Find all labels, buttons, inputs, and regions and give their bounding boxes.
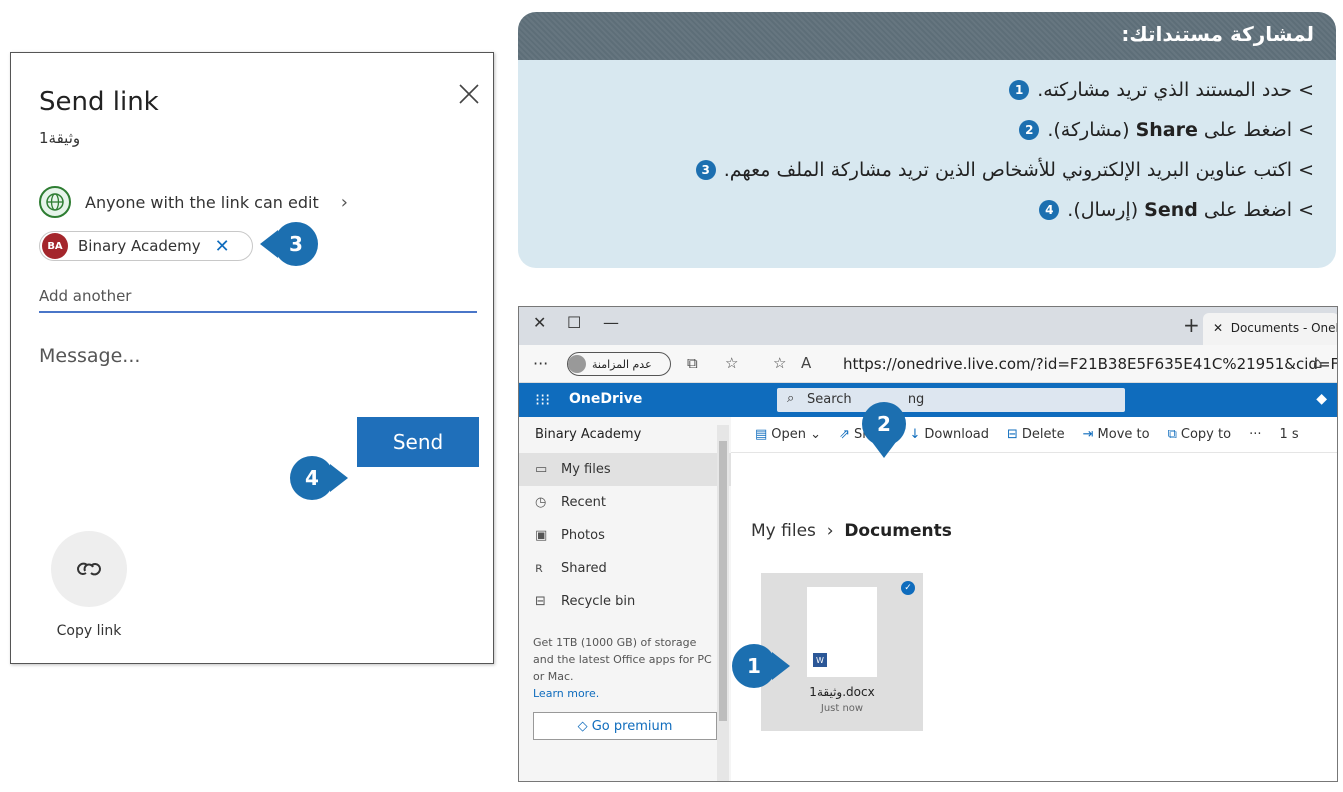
globe-icon — [39, 186, 71, 218]
add-recipient-input[interactable]: Add another — [39, 285, 477, 313]
sidebar-item-photos[interactable]: ▣ Photos — [519, 519, 731, 552]
move-to-button[interactable]: ⇥ Move to — [1083, 427, 1150, 442]
download-icon: ↓ — [909, 427, 921, 442]
step-number-badge: 4 — [1039, 200, 1060, 220]
address-bar-row: ··· عدم المزامنة ⧉ ☆ ☆ A https://onedriv… — [519, 345, 1337, 383]
read-aloud-icon[interactable]: A — [801, 354, 811, 372]
search-input[interactable]: ⌕ Search ng — [777, 388, 1125, 412]
close-window-icon[interactable]: ✕ — [533, 313, 546, 332]
step-1-marker: 1 — [732, 644, 776, 688]
message-field[interactable]: Message... — [39, 345, 140, 367]
app-launcher-icon[interactable]: ⁝⁝⁝ — [535, 390, 550, 409]
permission-label: Anyone with the link can edit — [85, 192, 319, 212]
close-icon[interactable] — [456, 81, 482, 107]
title-bar: ✕ ☐ — + ✕ Documents - OneDrive — [519, 307, 1337, 345]
sidebar-item-my-files[interactable]: ▭ My files — [519, 453, 731, 486]
download-button[interactable]: ↓ Download — [909, 427, 989, 442]
copy-link-label: Copy link — [56, 623, 122, 639]
diamond-icon: ◇ — [577, 718, 592, 734]
link-icon — [77, 562, 101, 576]
onedrive-header: ⁝⁝⁝ OneDrive ⌕ Search ng ◆ — [519, 383, 1337, 417]
storage-promo: Get 1TB (1000 GB) of storage and the lat… — [533, 636, 712, 700]
move-icon: ⇥ — [1082, 427, 1094, 442]
command-bar: ▤Open ⌄ ⇗Share ↓Download ⊟Delete ⇥Move t… — [731, 417, 1337, 453]
copy-to-button[interactable]: ⧉ Copy to — [1168, 427, 1231, 442]
breadcrumb-my-files[interactable]: My files — [751, 521, 816, 541]
collections-icon[interactable]: ⧉ — [687, 354, 698, 372]
file-modified-time: Just now — [820, 703, 864, 714]
sidebar: Binary Academy ▭ My files ◷ Recent ▣ Pho… — [519, 417, 731, 781]
sidebar-item-recycle-bin[interactable]: ⊟ Recycle bin — [519, 585, 731, 618]
breadcrumb-current: Documents — [844, 521, 952, 541]
instruction-step-2: > اضغط على Share (مشاركة). 2 — [518, 110, 1314, 150]
people-icon: ʀ — [535, 561, 543, 576]
photo-icon: ▣ — [535, 528, 548, 543]
more-commands-button[interactable]: ··· — [1249, 427, 1261, 442]
step-number-badge: 2 — [1019, 120, 1040, 140]
favorites-list-icon[interactable]: ☆ — [725, 354, 738, 372]
sidebar-item-recent[interactable]: ◷ Recent — [519, 486, 731, 519]
instruction-step-1: > حدد المستند الذي تريد مشاركته. 1 — [518, 70, 1314, 110]
trash-icon: ⊟ — [535, 594, 546, 609]
file-name: وثيقة1 — [39, 129, 81, 147]
delete-button[interactable]: ⊟ Delete — [1007, 427, 1065, 442]
trash-icon: ⊟ — [1007, 427, 1018, 442]
url-field[interactable]: https://onedrive.live.com/?id=F21B38E5F6… — [843, 355, 1337, 373]
link-permission-setting[interactable]: Anyone with the link can edit › — [39, 185, 348, 219]
close-tab-icon[interactable]: ✕ — [1213, 321, 1223, 335]
clock-icon: ◷ — [535, 495, 547, 510]
profile-avatar-icon — [568, 355, 586, 373]
selected-check-icon[interactable]: ✓ — [901, 581, 915, 595]
browser-window: ✕ ☐ — + ✕ Documents - OneDrive ··· عدم ا… — [518, 306, 1338, 782]
premium-diamond-icon[interactable]: ◆ — [1316, 391, 1327, 407]
sidebar-item-shared[interactable]: ʀ Shared — [519, 552, 731, 585]
step-number-badge: 3 — [695, 160, 716, 180]
word-icon: W — [813, 653, 827, 667]
learn-more-link[interactable]: Learn more. — [533, 687, 599, 700]
profile-button[interactable]: عدم المزامنة — [567, 352, 671, 376]
remove-recipient-icon[interactable]: ✕ — [215, 236, 230, 257]
step-number-badge: 1 — [1009, 80, 1030, 100]
breadcrumb: My files › Documents — [751, 521, 952, 541]
recipient-name: Binary Academy — [78, 237, 201, 255]
instructions-panel: لمشاركة مستنداتك: > حدد المستند الذي تري… — [518, 12, 1336, 268]
recipient-chip[interactable]: BA Binary Academy ✕ — [39, 231, 253, 261]
step-2-marker: 2 — [862, 402, 906, 446]
open-button[interactable]: ▤ Open ⌄ — [755, 427, 821, 442]
maximize-icon[interactable]: ☐ — [567, 313, 581, 332]
add-favorite-icon[interactable]: ☆ — [773, 354, 786, 372]
copy-icon: ⧉ — [1167, 427, 1177, 442]
instruction-step-4: > اضغط على Send (إرسال). 4 — [518, 190, 1314, 230]
new-tab-icon[interactable]: + — [1183, 313, 1200, 337]
share-icon: ⇗ — [839, 427, 850, 442]
tab-title: Documents - OneDrive — [1230, 321, 1337, 335]
step-4-marker: 4 — [290, 456, 334, 500]
more-options-icon[interactable]: ··· — [533, 354, 548, 373]
chevron-right-icon: › — [340, 191, 348, 213]
copy-link-button[interactable] — [51, 531, 127, 607]
send-link-dialog: Send link وثيقة1 Anyone with the link ca… — [10, 52, 494, 664]
sidebar-user: Binary Academy — [535, 427, 642, 442]
minimize-icon[interactable]: — — [603, 313, 619, 332]
instruction-step-3: > اكتب عناوين البريد الإلكتروني للأشخاص … — [518, 150, 1314, 190]
folder-icon: ▭ — [535, 462, 548, 477]
send-button[interactable]: Send — [357, 417, 479, 467]
app-brand[interactable]: OneDrive — [569, 391, 642, 407]
scrollbar-thumb[interactable] — [719, 441, 727, 721]
go-premium-button[interactable]: ◇ Go premium — [533, 712, 717, 740]
lock-icon: ⌂ — [1313, 354, 1323, 372]
file-name-label: وثيقة1.docx — [809, 685, 875, 699]
selection-count: 1 s — [1279, 427, 1299, 442]
tab-onedrive[interactable]: ✕ Documents - OneDrive — [1203, 313, 1337, 345]
search-icon: ⌕ — [787, 391, 795, 406]
dialog-title: Send link — [39, 87, 159, 117]
instructions-heading: لمشاركة مستنداتك: — [518, 12, 1336, 60]
avatar: BA — [42, 233, 68, 259]
open-icon: ▤ — [755, 427, 768, 442]
step-3-marker: 3 — [274, 222, 318, 266]
